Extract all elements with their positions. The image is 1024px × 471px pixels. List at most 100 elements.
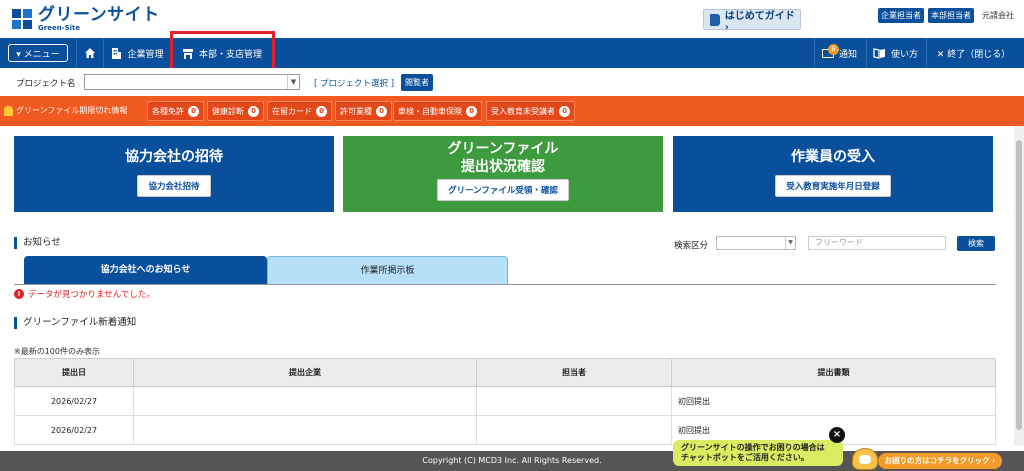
expiry-info-title: グリーンファイル期限切れ情報 bbox=[4, 105, 127, 116]
chat-line-1: グリーンサイトの操作でお困りの場合は bbox=[681, 443, 825, 452]
how-to-use-button[interactable]: 使い方 bbox=[866, 38, 924, 68]
book-icon bbox=[710, 13, 720, 26]
expiry-chip-residence-card[interactable]: 在留カード 0 bbox=[267, 101, 332, 121]
guide-label: はじめてガイド › bbox=[724, 10, 795, 33]
project-select-link[interactable]: [ プロジェクト選択 ] bbox=[314, 77, 394, 89]
bell-icon bbox=[4, 105, 13, 116]
getting-started-guide-button[interactable]: はじめてガイド › bbox=[703, 9, 801, 33]
home-button[interactable] bbox=[76, 38, 104, 68]
menu-label: ▾ メニュー bbox=[16, 49, 60, 60]
menu-button[interactable]: ▾ メニュー bbox=[8, 44, 68, 62]
chip-label: 受入教育未受講者 bbox=[491, 106, 555, 116]
card-invite-partner: 協力会社の招待 協力会社招待 bbox=[14, 136, 334, 212]
manual-icon bbox=[873, 47, 885, 59]
building-icon bbox=[112, 48, 122, 59]
cell-date: 2026/02/27 bbox=[14, 415, 134, 445]
search-category-label: 検索区分 bbox=[674, 241, 709, 251]
chip-count: 0 bbox=[188, 105, 199, 117]
cell-company bbox=[133, 386, 477, 416]
no-data-message: ! データが見つかりませんでした。 bbox=[14, 288, 155, 300]
mail-icon: 8 bbox=[821, 43, 839, 58]
col-person-in-charge: 担当者 bbox=[476, 358, 672, 387]
project-row: プロジェクト名 ▼ [ プロジェクト選択 ] 閲覧者 bbox=[0, 68, 1024, 96]
card-title-line2: 提出状況確認 bbox=[461, 159, 545, 175]
company-management-label: 企業管理 bbox=[127, 49, 164, 60]
table-header-row: 提出日 提出企業 担当者 提出書類 bbox=[14, 358, 996, 387]
card-title-line1: グリーンファイル bbox=[447, 141, 559, 157]
exit-label: ✕ 終了（閉じる） bbox=[936, 49, 1011, 60]
invite-partner-button[interactable]: 協力会社招待 bbox=[137, 175, 211, 197]
greenfile-expiry-bar: グリーンファイル期限切れ情報 各種免許 0 健康診断 0 在留カード 0 許可業… bbox=[0, 96, 1024, 126]
company-name: 元請会社 bbox=[982, 11, 1014, 20]
green-site-logo[interactable]: グリーンサイト Green-Site bbox=[12, 7, 160, 32]
chip-count: 0 bbox=[248, 105, 259, 117]
chip-label: 各種免許 bbox=[152, 106, 184, 116]
copyright-text: Copyright (C) MCD3 Inc. All Rights Reser… bbox=[422, 456, 602, 465]
expiry-chip-untrained-workers[interactable]: 受入教育未受講者 0 bbox=[486, 101, 575, 121]
chip-count: 0 bbox=[466, 105, 477, 117]
latest-100-note: ※最新の100件のみ表示 bbox=[14, 347, 100, 356]
expiry-chip-licenses[interactable]: 各種免許 0 bbox=[147, 101, 204, 121]
tab-divider bbox=[14, 284, 996, 285]
role-badge-headquarters: 本部担当者 bbox=[928, 8, 974, 23]
table-row[interactable]: 2026/02/27 初回提出 bbox=[14, 386, 996, 416]
search-button[interactable]: 検索 bbox=[957, 236, 995, 251]
chatbot-help-button[interactable]: お困りの方はコチラをクリック › bbox=[878, 453, 1002, 469]
col-submit-date: 提出日 bbox=[14, 358, 134, 387]
chip-label: 許可業種 bbox=[340, 106, 372, 116]
cell-person bbox=[476, 415, 672, 445]
expiry-chip-permitted-industry[interactable]: 許可業種 0 bbox=[335, 101, 392, 121]
card-greenfile-status: グリーンファイル 提出状況確認 グリーンファイル受領・確認 bbox=[343, 136, 663, 212]
exit-button[interactable]: ✕ 終了（閉じる） bbox=[926, 38, 1020, 68]
search-category-select[interactable]: ▼ bbox=[716, 236, 796, 250]
chat-line-2: チャットボットをご活用ください。 bbox=[681, 453, 809, 462]
free-word-input[interactable]: フリーワード bbox=[808, 236, 946, 250]
notification-button[interactable]: 8 通知 bbox=[814, 38, 864, 68]
chip-count: 0 bbox=[316, 105, 327, 117]
cell-company bbox=[133, 415, 477, 445]
greenfile-receive-button[interactable]: グリーンファイル受領・確認 bbox=[437, 179, 569, 201]
logo-mark-icon bbox=[12, 8, 34, 31]
greenfile-heading: グリーンファイル新着通知 bbox=[14, 317, 136, 329]
project-select[interactable]: ▼ bbox=[84, 74, 300, 90]
tab-partner-notices[interactable]: 協力会社へのお知らせ bbox=[24, 256, 267, 285]
cell-person bbox=[476, 386, 672, 416]
col-submitted-docs: 提出書類 bbox=[671, 358, 996, 387]
training-date-register-button[interactable]: 受入教育実施年月日登録 bbox=[775, 175, 891, 197]
card-title: 協力会社の招待 bbox=[125, 149, 223, 165]
expiry-title-text: グリーンファイル期限切れ情報 bbox=[16, 106, 128, 115]
greenfile-table: 提出日 提出企業 担当者 提出書類 2026/02/27 初回提出 2026/0… bbox=[14, 358, 996, 445]
cell-date: 2026/02/27 bbox=[14, 386, 134, 416]
mascot-icon[interactable] bbox=[852, 448, 878, 470]
viewer-badge: 閲覧者 bbox=[401, 74, 433, 91]
card-title: 作業員の受入 bbox=[791, 149, 875, 165]
card-worker-intake: 作業員の受入 受入教育実施年月日登録 bbox=[673, 136, 993, 212]
chevron-down-icon: ▼ bbox=[785, 237, 795, 249]
main-navbar: ▾ メニュー 企業管理 本部・支店管理 8 通知 使い方 ✕ 終了（閉じる） bbox=[0, 38, 1024, 68]
expiry-chip-vehicle-inspection[interactable]: 車検・自動車保険 0 bbox=[393, 101, 482, 121]
how-to-use-label: 使い方 bbox=[890, 49, 918, 60]
cell-doc[interactable]: 初回提出 bbox=[671, 386, 996, 416]
home-icon bbox=[85, 48, 95, 58]
chip-count: 0 bbox=[559, 105, 570, 117]
logo-subtitle: Green-Site bbox=[38, 24, 81, 32]
close-icon[interactable]: × bbox=[829, 427, 845, 443]
col-submit-company: 提出企業 bbox=[133, 358, 477, 387]
alert-icon: ! bbox=[14, 289, 24, 299]
company-management-button[interactable]: 企業管理 bbox=[104, 38, 172, 68]
top-header: グリーンサイト Green-Site はじめてガイド › 企業担当者 本部担当者… bbox=[0, 0, 1024, 38]
notification-label: 通知 bbox=[838, 49, 857, 60]
highlight-annotation-box bbox=[170, 31, 275, 71]
expiry-chip-health-checkup[interactable]: 健康診断 0 bbox=[207, 101, 264, 121]
error-text: データが見つかりませんでした。 bbox=[28, 290, 155, 300]
tab-site-bulletin[interactable]: 作業所掲示板 bbox=[267, 256, 508, 285]
logo-title: グリーンサイト bbox=[38, 5, 160, 25]
role-badge-company: 企業担当者 bbox=[878, 8, 924, 23]
chatbot-bubble[interactable]: グリーンサイトの操作でお困りの場合は チャットボットをご活用ください。 bbox=[673, 440, 843, 466]
page-scrollbar[interactable] bbox=[1014, 126, 1024, 446]
chip-count: 0 bbox=[376, 105, 387, 117]
scrollbar-thumb[interactable] bbox=[1016, 140, 1022, 430]
chip-label: 在留カード bbox=[272, 106, 312, 116]
chip-label: 健康診断 bbox=[212, 106, 244, 116]
table-row[interactable]: 2026/02/27 初回提出 bbox=[14, 415, 996, 445]
